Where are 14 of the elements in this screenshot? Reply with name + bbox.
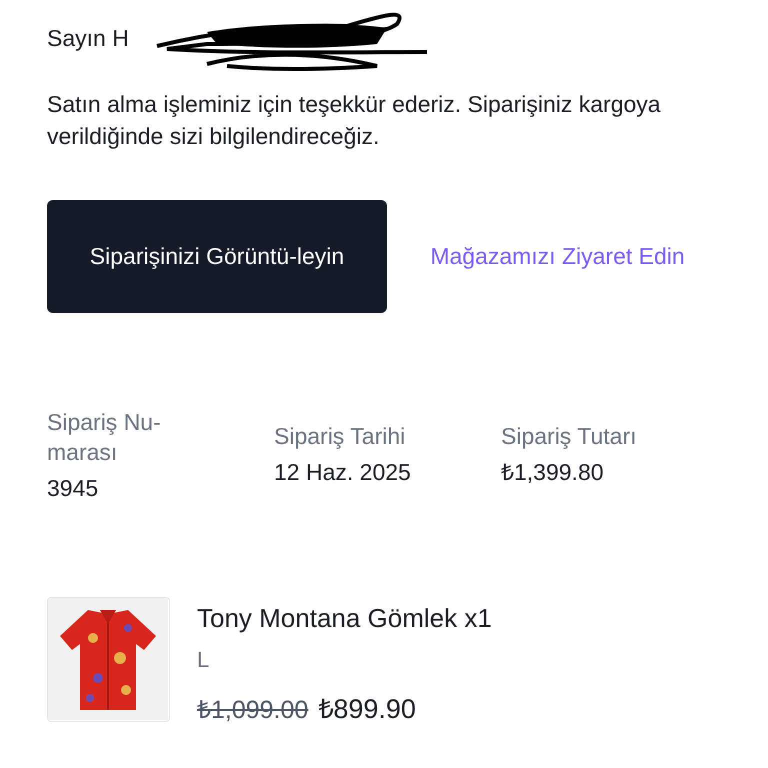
product-title: Tony Montana Gömlek x1 (197, 602, 492, 635)
greeting-text: Sayın H (47, 24, 129, 52)
summary-value: ₺1,399.80 (501, 458, 605, 487)
view-order-button[interactable]: Siparişinizi Görüntü-leyin (47, 200, 387, 313)
summary-label: Sipariş Tutarı (501, 422, 638, 451)
summary-value: 3945 (47, 474, 100, 503)
thank-you-message: Satın alma işleminiz için teşekkür ederiz. Siparişiniz kargoya verildiğinde sizi bilgilendireceğiz. (47, 90, 662, 151)
visit-store-link[interactable]: Mağazamızı Ziyaret Edin (428, 240, 688, 273)
product-variant: L (197, 647, 210, 673)
summary-label: Sipariş Tarihi (274, 422, 406, 451)
summary-value: 12 Haz. 2025 (274, 458, 412, 487)
original-price: ₺1,099.00 (197, 695, 308, 725)
summary-label: Sipariş Nu-marası (47, 408, 162, 467)
sale-price: ₺899.90 (318, 693, 416, 726)
